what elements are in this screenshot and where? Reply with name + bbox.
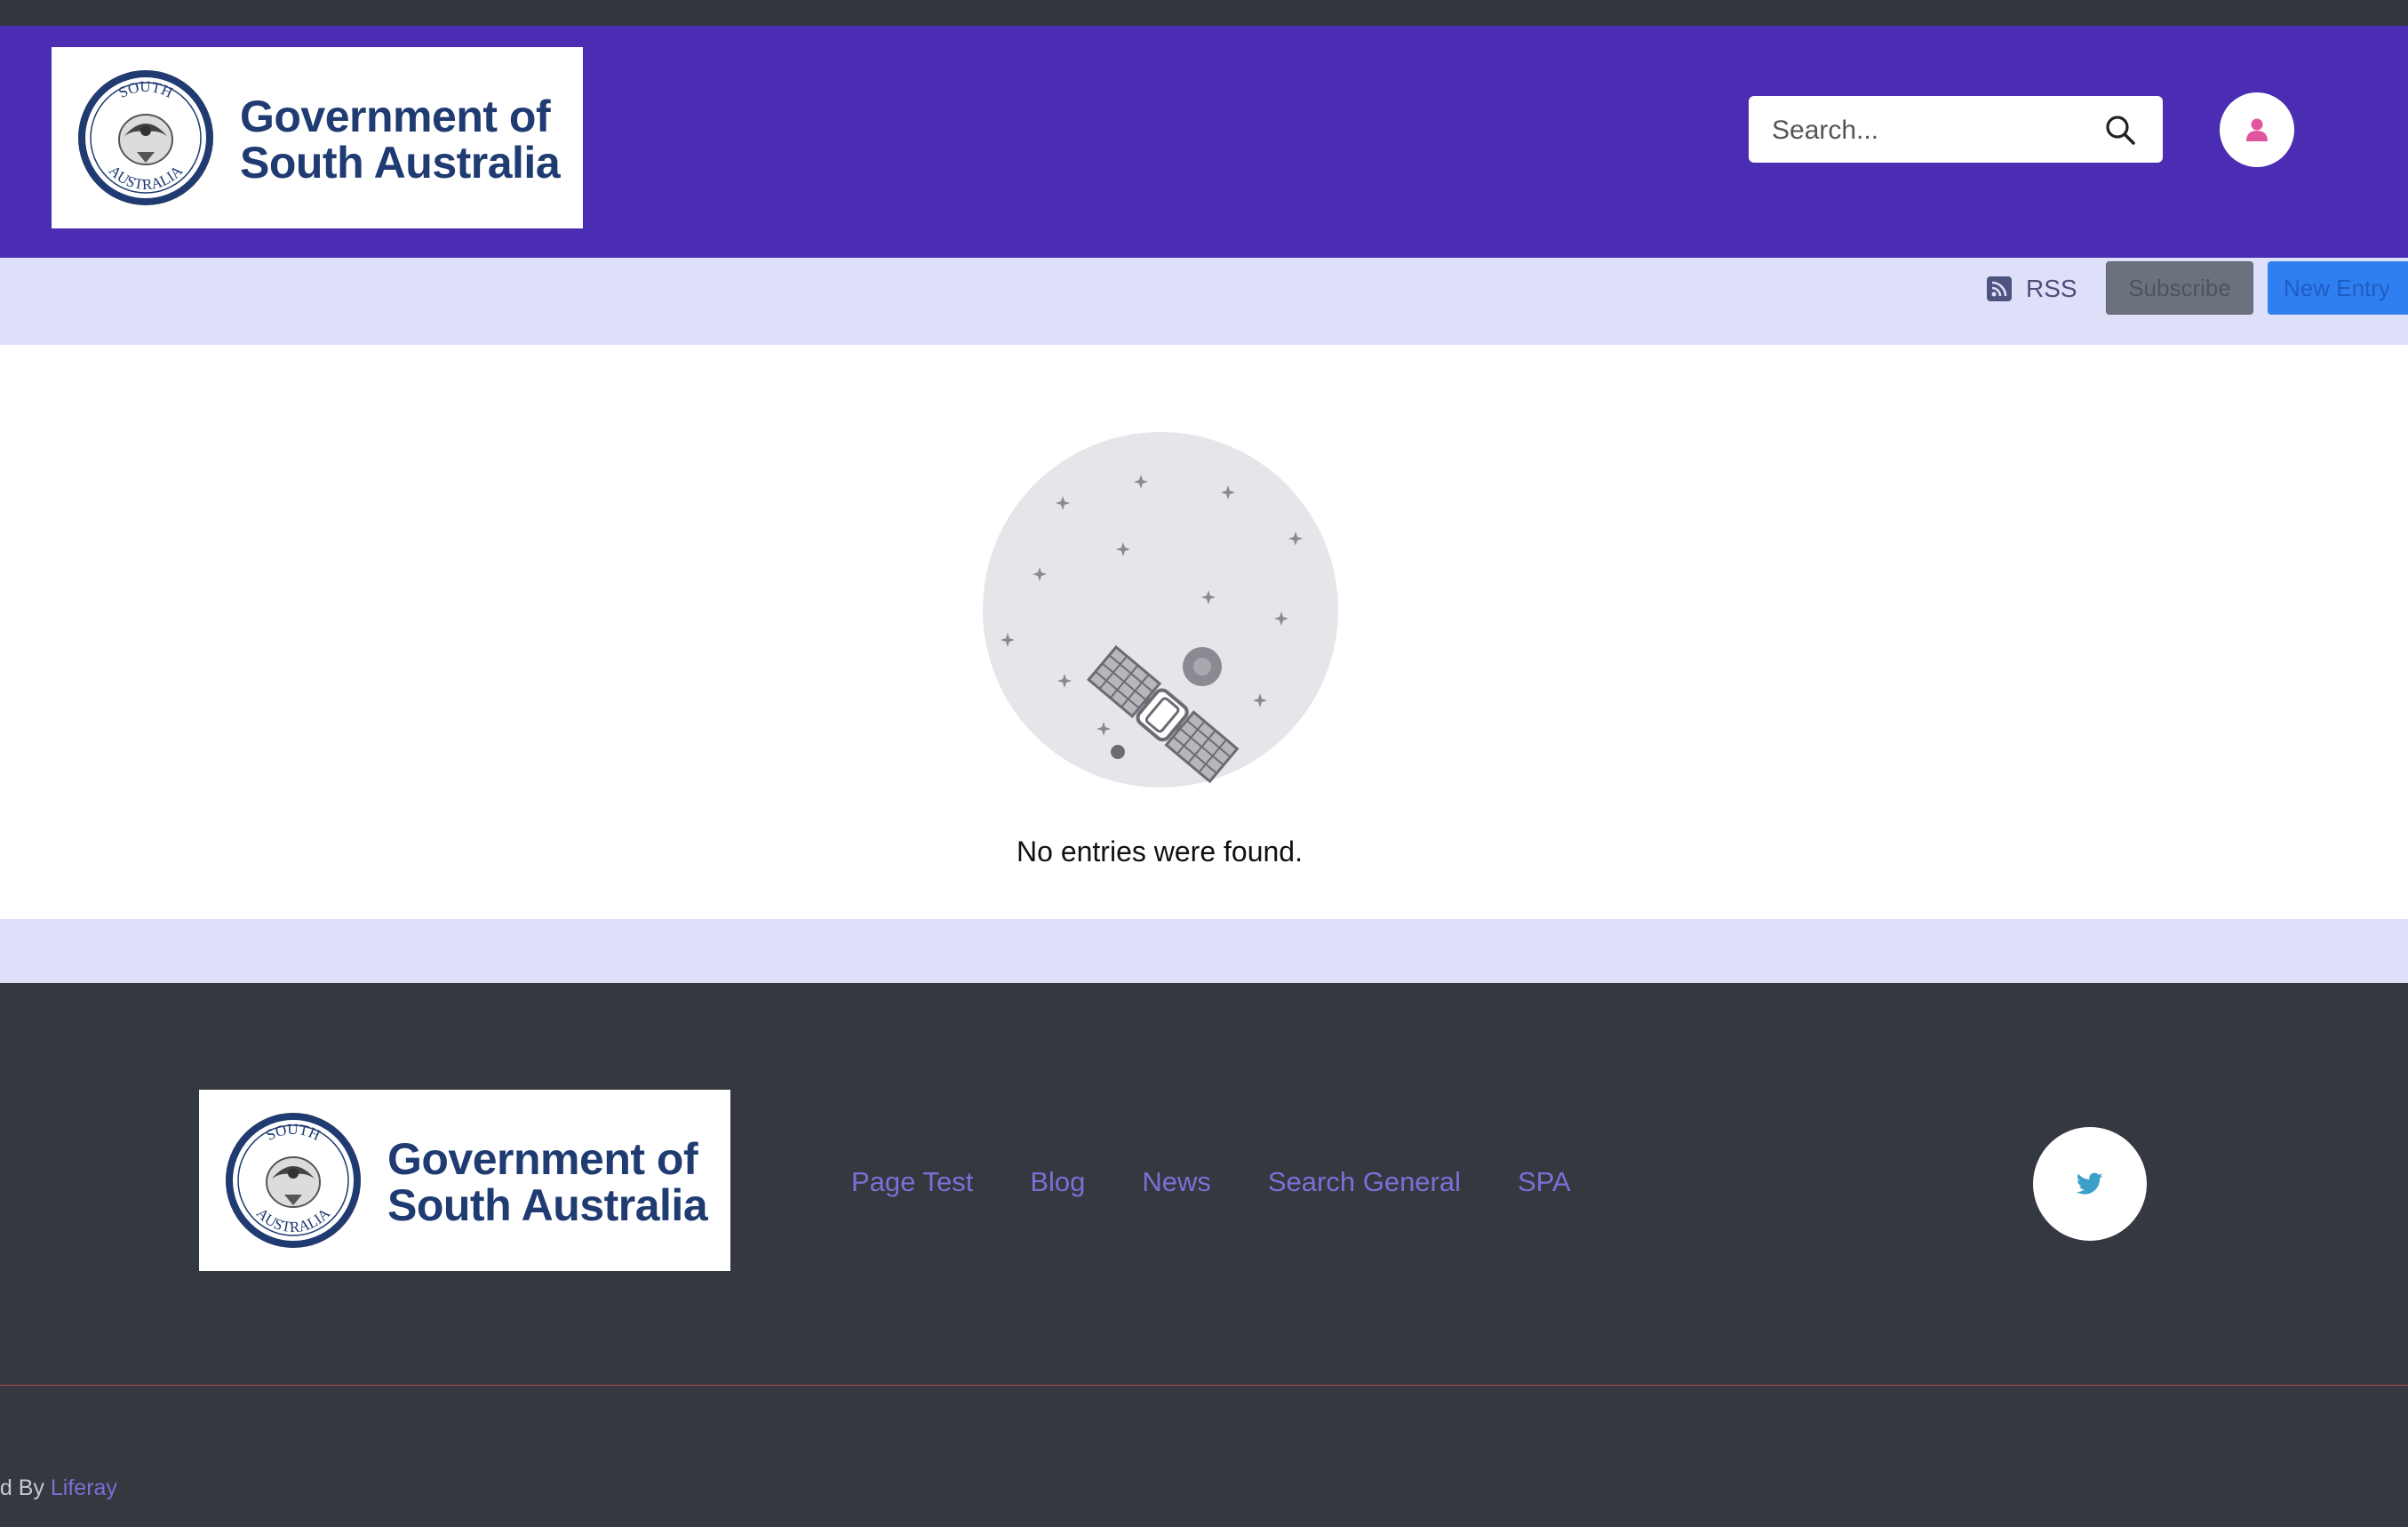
search-icon[interactable] bbox=[2104, 114, 2136, 146]
logo-line-1: Government of bbox=[387, 1134, 698, 1184]
footer-link-news[interactable]: News bbox=[1142, 1166, 1211, 1198]
search-input[interactable] bbox=[1749, 96, 2111, 164]
top-strip bbox=[0, 0, 2408, 26]
new-entry-button[interactable]: New Entry bbox=[2268, 261, 2408, 315]
footer-link-spa[interactable]: SPA bbox=[1518, 1166, 1571, 1198]
powered-by: ed By Liferay bbox=[0, 1475, 117, 1501]
footer-nav: Page Test Blog News Search General SPA bbox=[851, 1166, 1571, 1198]
footer-divider bbox=[0, 1385, 2408, 1386]
footer-link-blog[interactable]: Blog bbox=[1030, 1166, 1085, 1198]
logo-line-1: Government of bbox=[240, 92, 551, 141]
footer-logo[interactable]: SOUTH AUSTRALIA Government of South Aust… bbox=[199, 1090, 730, 1271]
rss-label: RSS bbox=[2026, 275, 2077, 302]
state-seal-logo: SOUTH AUSTRALIA bbox=[78, 70, 213, 205]
search-box bbox=[1749, 96, 2163, 164]
rss-link[interactable]: RSS bbox=[1987, 271, 2077, 307]
user-icon bbox=[2246, 118, 2268, 141]
empty-state-message: No entries were found. bbox=[1017, 835, 1303, 867]
logo-line-2: South Australia bbox=[240, 138, 561, 188]
logo-wordmark: Government of South Australia bbox=[387, 1136, 725, 1228]
powered-by-text: ed By bbox=[0, 1475, 44, 1500]
rss-icon bbox=[1987, 276, 2012, 301]
footer-link-page-test[interactable]: Page Test bbox=[851, 1166, 973, 1198]
footer-link-search-general[interactable]: Search General bbox=[1268, 1166, 1461, 1198]
content-band bbox=[0, 919, 2408, 983]
state-seal-logo: SOUTH AUSTRALIA bbox=[226, 1113, 361, 1248]
subscribe-label: Subscribe bbox=[2128, 274, 2231, 301]
logo-line-2: South Australia bbox=[387, 1180, 708, 1230]
twitter-icon bbox=[2077, 1172, 2103, 1195]
liferay-link[interactable]: Liferay bbox=[51, 1475, 117, 1500]
subscribe-button[interactable]: Subscribe bbox=[2106, 261, 2253, 315]
logo-wordmark: Government of South Australia bbox=[240, 93, 578, 186]
satellite-illustration bbox=[983, 432, 1338, 787]
new-entry-label: New Entry bbox=[2284, 274, 2390, 301]
site-logo[interactable]: SOUTH AUSTRALIA Government of South Aust… bbox=[52, 47, 583, 228]
user-menu-button[interactable] bbox=[2220, 92, 2294, 167]
twitter-button[interactable] bbox=[2033, 1127, 2147, 1241]
